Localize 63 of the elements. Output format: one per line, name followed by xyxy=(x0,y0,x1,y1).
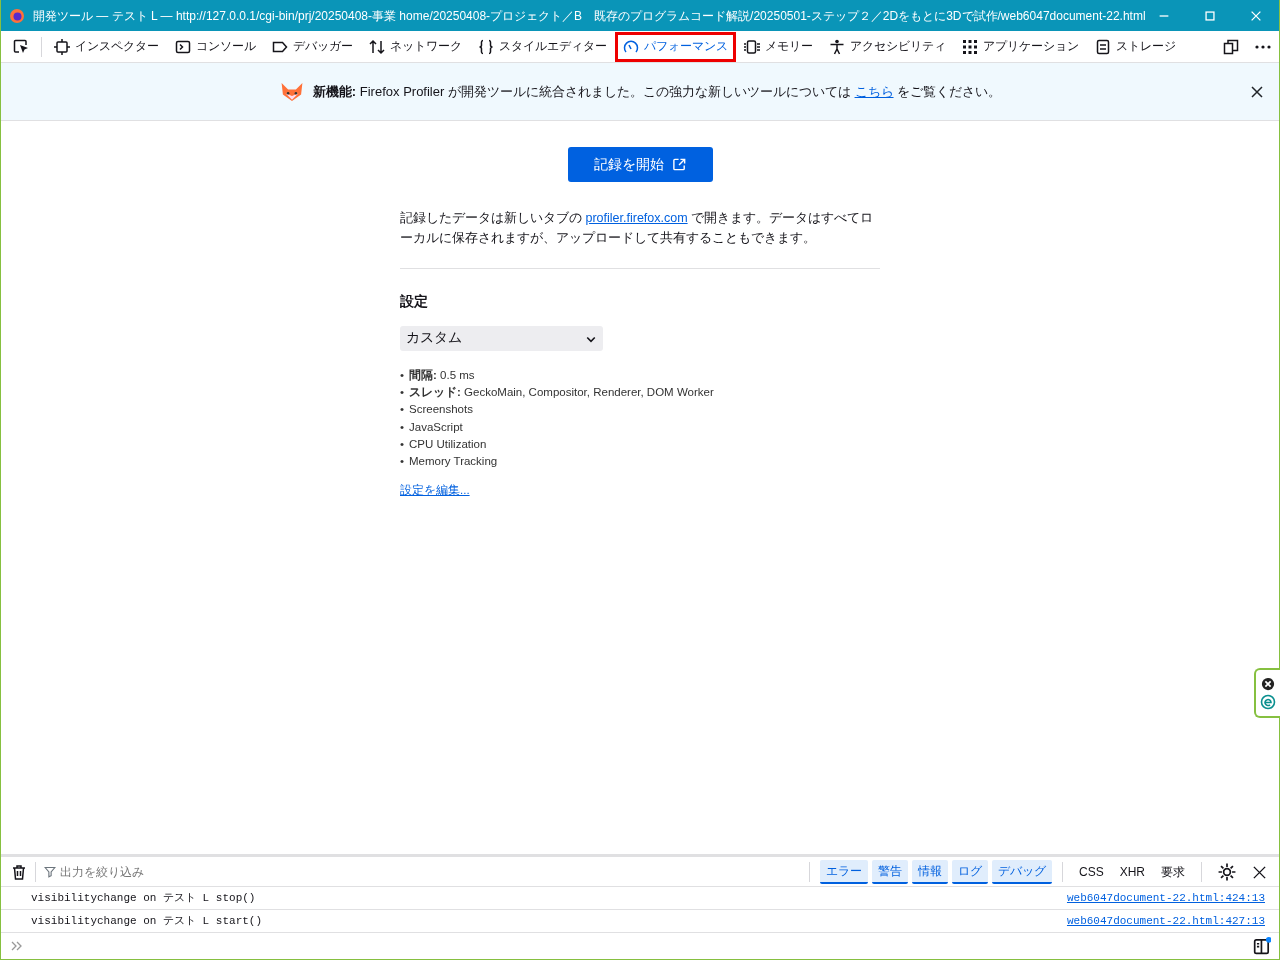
devtools-tab[interactable]: メモリー xyxy=(736,31,821,62)
settings-icon[interactable] xyxy=(1218,862,1236,881)
trash-icon[interactable] xyxy=(11,863,27,880)
filter-field[interactable]: 出力を絞り込み xyxy=(60,862,215,881)
cabinet-icon xyxy=(1095,38,1111,55)
request-type-filter[interactable]: 要求 xyxy=(1155,860,1191,883)
settings-heading: 設定 xyxy=(400,292,429,311)
terminal-icon xyxy=(175,38,191,55)
braces-icon xyxy=(478,38,494,55)
notice-text: 新機能: Firefox Profiler が開発ツールに統合されました。この強力な新しいツールについては こちら をご覧ください。 xyxy=(312,82,1002,101)
profiler-link[interactable]: profiler.firefox.com xyxy=(585,211,688,225)
setting-item: CPU Utilization xyxy=(409,436,487,452)
sidebar-toggle-icon[interactable] xyxy=(1253,937,1271,955)
log-level-filter[interactable]: 警告 xyxy=(871,859,908,884)
edit-settings-link[interactable]: 設定を編集... xyxy=(400,482,470,500)
element-picker-icon[interactable] xyxy=(13,38,29,55)
devtools-tab[interactable]: スタイルエディター xyxy=(470,31,615,62)
crosshair-box-icon xyxy=(54,38,70,55)
bullet: • xyxy=(400,436,405,452)
request-type-filter[interactable]: XHR xyxy=(1113,860,1151,883)
person-icon xyxy=(829,38,845,55)
filter-icon xyxy=(44,865,56,878)
setting-item: 間隔: 0.5 ms xyxy=(409,368,475,383)
bullet: • xyxy=(400,402,405,418)
log-level-filter[interactable]: デバッグ xyxy=(991,859,1052,884)
notice-link[interactable]: こちら xyxy=(854,83,894,99)
chip-icon xyxy=(744,38,760,55)
close-icon[interactable] xyxy=(1252,864,1267,880)
devtools-tab[interactable]: ネットワーク xyxy=(361,31,470,62)
arrows-icon xyxy=(369,38,385,55)
setting-item: Memory Tracking xyxy=(409,454,498,469)
devtools-tab[interactable]: ストレージ xyxy=(1087,31,1184,62)
console-message: visibilitychange on テスト L stop() xyxy=(31,891,256,906)
log-level-filter[interactable]: 情報 xyxy=(911,859,948,884)
bullet: • xyxy=(400,368,405,383)
firefox-logo-icon xyxy=(9,7,25,24)
source-link[interactable]: web6047document-22.html:424:13 xyxy=(1066,890,1265,906)
devtools-tab[interactable]: デバッガー xyxy=(264,31,361,62)
letter-e-icon[interactable] xyxy=(1260,693,1276,710)
bullet: • xyxy=(400,385,405,401)
gauge-icon xyxy=(623,38,639,55)
bullet: • xyxy=(400,419,405,435)
bullet: • xyxy=(400,454,405,469)
devtools-tab[interactable]: アプリケーション xyxy=(954,31,1087,62)
console-message: visibilitychange on テスト L start() xyxy=(31,914,263,929)
description-text: 記録したデータは新しいタブの profiler.firefox.com で開きます。データはすべてローカルに保存されますが、アップロードして共有することもできます。 xyxy=(400,208,880,269)
log-level-filter[interactable]: エラー xyxy=(819,859,868,884)
devtools-tab[interactable]: インスペクター xyxy=(46,31,167,62)
setting-item: JavaScript xyxy=(409,419,463,435)
devtools-tab[interactable]: アクセシビリティ xyxy=(821,31,954,62)
external-link-icon xyxy=(671,157,687,172)
devtools-tab[interactable]: パフォーマンス xyxy=(615,31,736,62)
dock-icon[interactable] xyxy=(1223,38,1239,55)
devtools-tab[interactable]: コンソール xyxy=(167,31,264,62)
source-link[interactable]: web6047document-22.html:427:13 xyxy=(1066,913,1265,929)
start-recording-button[interactable]: 記録を開始 xyxy=(567,147,713,182)
setting-item: スレッド: GeckoMain, Compositor, Renderer, DOM Worker xyxy=(409,385,714,401)
grid-icon xyxy=(962,38,978,55)
preset-select[interactable]: カスタム xyxy=(400,326,603,351)
setting-item: Screenshots xyxy=(409,402,473,418)
close-circle-icon[interactable] xyxy=(1261,676,1275,691)
log-level-filter[interactable]: ログ xyxy=(951,859,988,884)
request-type-filter[interactable]: CSS xyxy=(1072,860,1110,883)
